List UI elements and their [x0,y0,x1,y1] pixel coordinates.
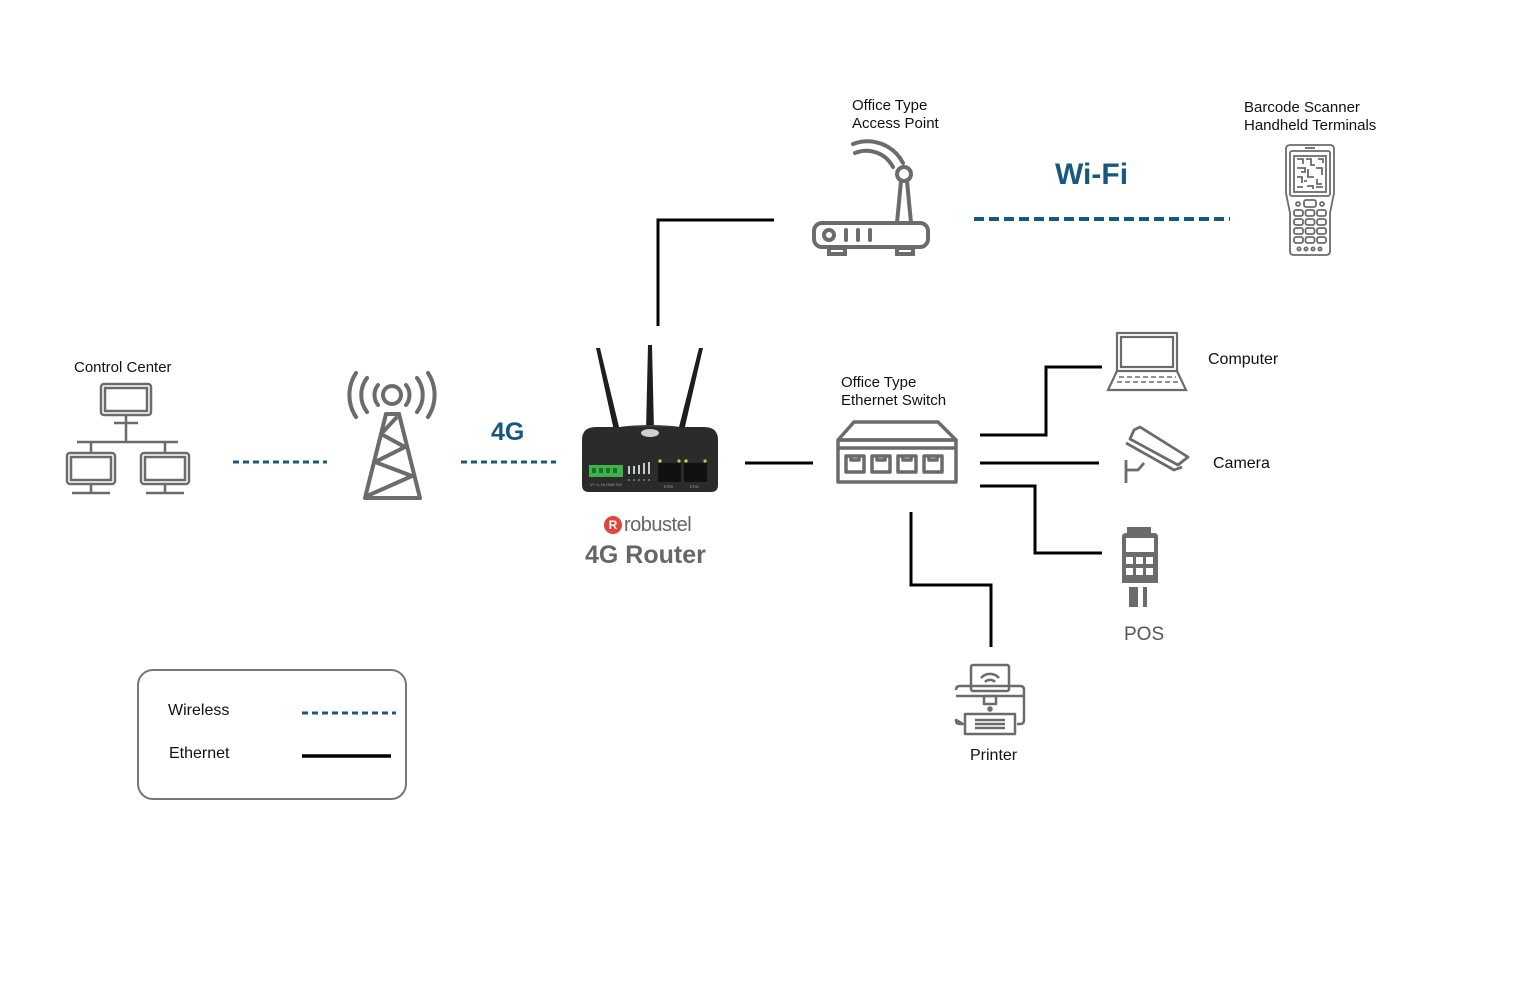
access-point-label-line2: Access Point [852,115,939,132]
ethernet-link-switch-to-pos [980,484,1102,555]
port-label-eth0: ETH0 [664,485,673,489]
ethernet-switch-icon [836,420,958,484]
legend-label-ethernet: Ethernet [169,745,230,762]
computer-label: Computer [1208,351,1279,368]
port-label-eth1: ETH1 [690,485,699,489]
control-center-label: Control Center [74,359,172,376]
ethernet-switch-label-line1: Office Type [841,374,917,391]
handheld-scanner-icon [1285,144,1335,256]
ethernet-link-router-to-ap [656,218,774,326]
terminal-block-label: V+ V- DI GND DO [590,482,622,487]
robustel-logo-icon: R [604,516,622,534]
legend-swatch-ethernet [302,754,391,758]
link-label-4g: 4G [491,418,525,446]
legend-swatch-wireless [302,711,396,715]
wifi-router-icon [812,139,930,256]
printer-icon [954,663,1026,736]
router-label: 4G Router [585,541,706,569]
router-device-icon: V+ V- DI GND DO ETH0 ETH1 [582,345,718,492]
legend-box: Wireless Ethernet [137,669,407,800]
barcode-scanner-label-line2: Handheld Terminals [1244,117,1377,134]
robustel-brand-name: robustel [624,513,692,536]
ethernet-link-switch-to-computer [980,365,1102,437]
ethernet-link-switch-to-printer [909,512,993,647]
printer-label: Printer [970,747,1018,764]
robustel-brand-logo: R robustel [604,513,692,537]
pos-label: POS [1124,624,1165,645]
ethernet-switch-label-line2: Ethernet Switch [841,392,947,409]
link-label-wifi: Wi-Fi [1055,158,1129,191]
security-camera-icon [1124,425,1190,483]
access-point-label-line1: Office Type [852,97,928,114]
laptop-icon [1106,331,1188,392]
network-computers-icon [65,382,191,495]
barcode-scanner-label-line1: Barcode Scanner [1244,99,1360,116]
legend-label-wireless: Wireless [168,702,230,719]
pos-terminal-icon [1122,527,1158,607]
camera-label: Camera [1213,455,1270,472]
cell-tower-icon [347,371,437,500]
